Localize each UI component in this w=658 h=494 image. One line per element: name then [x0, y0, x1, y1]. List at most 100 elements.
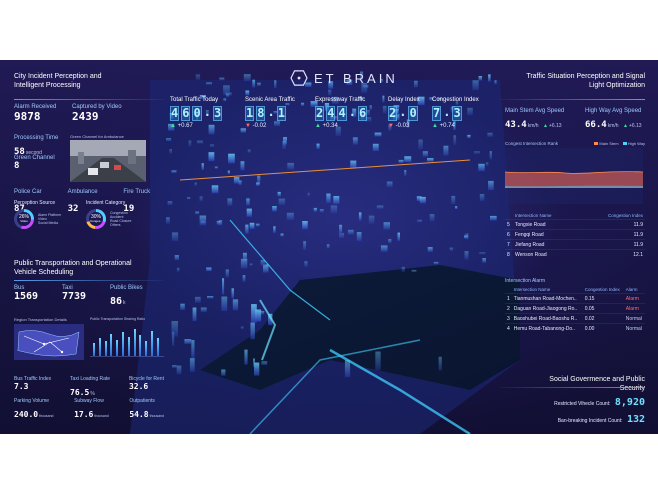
building	[372, 143, 379, 152]
building	[319, 209, 324, 213]
building	[244, 349, 248, 365]
ban-breaking-stat: Ban-breaking Incident Count: 132	[500, 409, 645, 427]
building	[252, 79, 256, 88]
metric-card: Total Traffic Today 4 6 0. 3 ▲ +0.67	[170, 97, 223, 129]
table-row[interactable]: 4 Hemu Road-Tabanong-Do.. 0.00 Normal	[505, 323, 645, 333]
alarm-table: Intersection Name Congestion Index Alarm…	[505, 286, 645, 333]
building	[479, 194, 485, 202]
building	[228, 153, 235, 164]
building	[261, 361, 268, 365]
metric-label: Congestion Index	[432, 97, 479, 103]
parking-unit: thousand	[39, 414, 54, 418]
table-row[interactable]: 7 Jiefang Road 11.9	[505, 239, 645, 250]
transport-section-title: Public Transportation and Operational Ve…	[14, 260, 132, 276]
source-donut-chart: 26% Video	[14, 209, 34, 229]
congest-chart-title: Congest Intersection Rank	[505, 141, 559, 146]
sharing-bar	[156, 338, 159, 356]
building	[231, 288, 234, 299]
app-brand: ET BRAIN	[290, 70, 398, 86]
sharing-bar	[122, 332, 124, 356]
building	[209, 144, 215, 148]
building	[386, 181, 393, 188]
metric-digit: .	[443, 105, 451, 119]
building	[219, 77, 225, 81]
divider	[14, 280, 164, 281]
table-row[interactable]: 6 Fengqi Road 11.9	[505, 229, 645, 240]
building	[422, 151, 428, 157]
building	[488, 180, 494, 191]
legend-item: Others	[110, 223, 121, 227]
building	[274, 80, 277, 89]
building	[326, 193, 331, 203]
building	[222, 278, 225, 295]
row-name: Daguan Road-Jiaogong Ro..	[511, 303, 583, 314]
row-name: Hemu Road-Tabanong-Do..	[511, 323, 583, 333]
arrow-up-icon: ▲	[315, 123, 321, 129]
perception-section-title: City Incident Perception and Intelligent…	[14, 73, 102, 89]
table-row[interactable]: 2 Daguan Road-Jiaogong Ro.. 0.05 Alarm	[505, 303, 645, 314]
metric-delta: ▼ -0.03	[388, 123, 420, 129]
metric-digit: 4	[170, 106, 180, 121]
building	[240, 258, 248, 269]
building	[232, 299, 239, 311]
row-status: Normal	[623, 323, 645, 333]
metric-label: Delay Index	[388, 97, 420, 103]
category-donut-chart: 30% Conges..	[86, 209, 106, 229]
table-row[interactable]: 8 Wenson Road 12.1	[505, 249, 645, 259]
metric-delta-value: +0.34	[322, 123, 338, 129]
building	[383, 222, 390, 230]
table-row[interactable]: 5 Tongxie Road 11.9	[505, 219, 645, 230]
col-congestion-index: Congestion Index	[607, 213, 643, 218]
building	[188, 140, 192, 147]
building	[242, 275, 246, 282]
source-legend: Alarm Platform Video Social Media	[38, 213, 61, 225]
metric-card: Congestion Index 7. 3 ▲ +0.74	[432, 97, 479, 129]
building	[326, 244, 330, 249]
table-row[interactable]: 3 Baoshubei Road-Baoshu R.. 0.02 Normal	[505, 313, 645, 324]
row-name: Tianmushan Road-Mochen..	[511, 293, 583, 304]
taxi-value: 7739	[62, 291, 87, 302]
building	[223, 98, 227, 102]
police-label: Police Car	[14, 189, 42, 195]
highway-delta: +6.13	[628, 123, 642, 129]
metric-delta-value: +0.74	[439, 123, 455, 129]
building	[208, 152, 215, 162]
restricted-label: Restricted Vihecle Count:	[554, 401, 611, 407]
building	[171, 170, 177, 173]
metric-digit: 0	[192, 106, 202, 121]
row-status: Alarm	[623, 293, 645, 304]
building	[482, 258, 486, 263]
building	[187, 197, 191, 200]
building	[227, 198, 233, 206]
building	[245, 224, 249, 234]
metric-digit: 2	[388, 106, 398, 121]
building	[453, 135, 457, 145]
metric-card: Scenic Area Traffic 1 8. 1 ▼ -0.02	[245, 97, 295, 129]
video-feed[interactable]: Green Channel for Ambulance	[70, 134, 150, 182]
arrow-down-icon: ▼	[245, 123, 251, 129]
sharing-ratio-bars	[90, 325, 164, 357]
taxi-rate-value: 76.5	[70, 388, 90, 397]
building	[227, 170, 230, 175]
building	[438, 356, 442, 371]
region-map[interactable]	[14, 324, 84, 360]
intersection-table: Intersection Name Congestion Index 5 Tong…	[505, 212, 645, 259]
building	[278, 198, 286, 206]
sharing-ratio-widget: Public Transportation Sharing Ratio	[90, 317, 164, 357]
building	[333, 196, 340, 205]
building	[304, 261, 308, 267]
table-row[interactable]: 1 Tianmushan Road-Mochen.. 0.15 Alarm	[505, 293, 645, 304]
building	[166, 217, 170, 224]
ban-label: Ban-breaking Incident Count:	[557, 418, 623, 424]
bus-index-stat: Bus Traffic Index 7.3	[14, 376, 51, 400]
green-channel-stat: Green Channel 8	[14, 155, 55, 171]
bus-value: 1569	[14, 291, 39, 302]
metric-digits: 460.3	[170, 106, 223, 121]
row-index: 0.00	[582, 323, 624, 333]
sharing-bar	[93, 342, 95, 356]
highway-value: 66.4	[585, 120, 607, 130]
col-alarm-intersection: Intersection Name	[513, 287, 551, 292]
metric-digit: 3	[452, 106, 462, 121]
perception-source-widget: Perception Source 26% Video Alarm Platfo…	[14, 200, 84, 229]
building	[194, 182, 197, 186]
